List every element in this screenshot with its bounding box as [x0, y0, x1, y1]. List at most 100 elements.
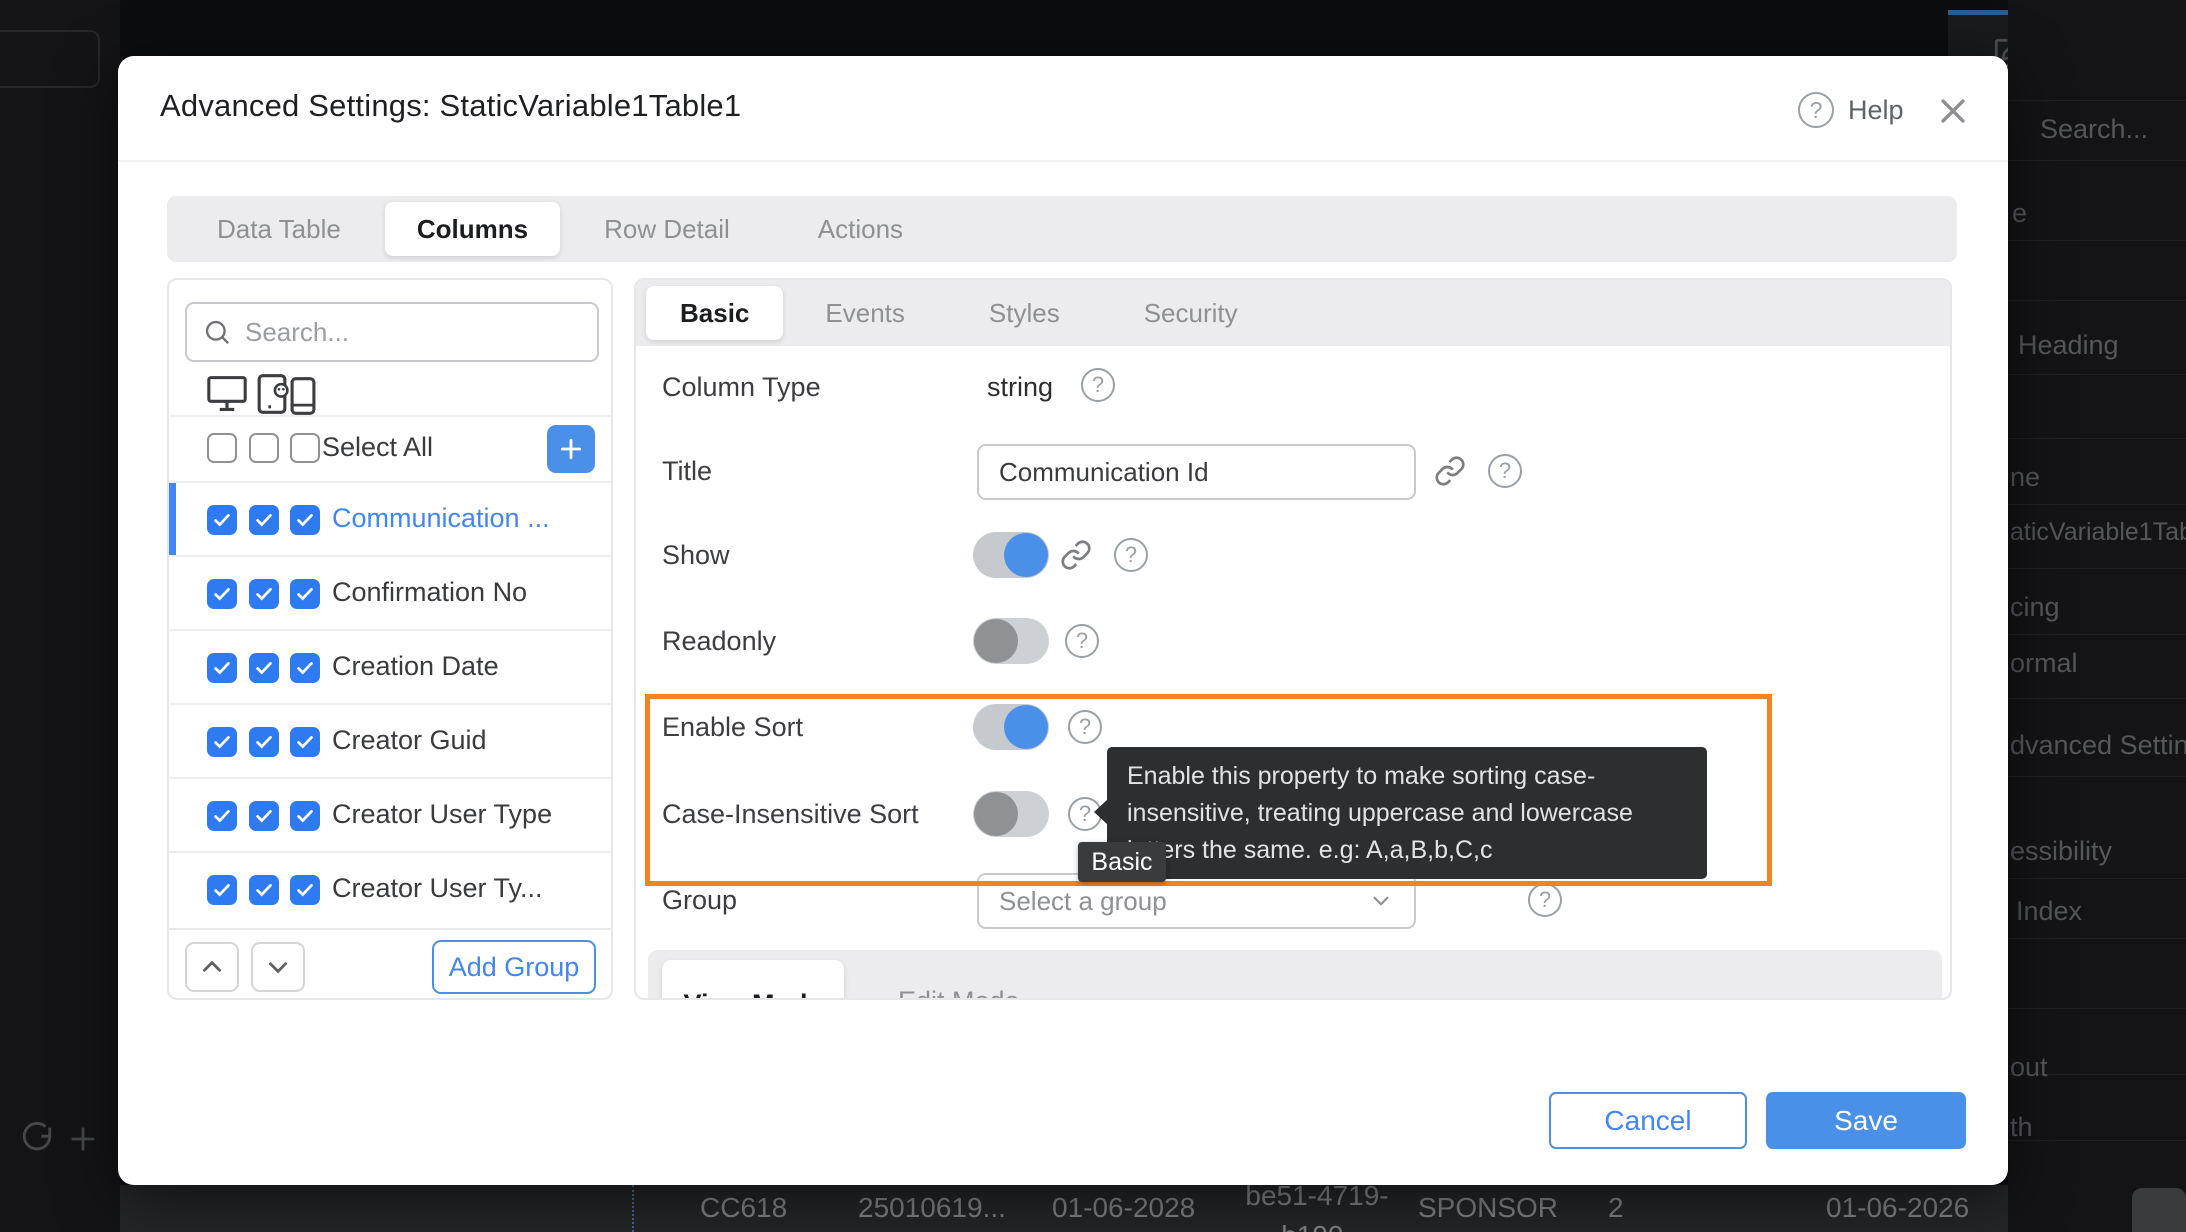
add-column-button[interactable]: [547, 425, 595, 473]
help-icon[interactable]: ?: [1488, 454, 1522, 488]
checkbox-tablet[interactable]: [249, 801, 279, 831]
background-top-bar: [120, 0, 2008, 56]
tab-styles[interactable]: Styles: [947, 286, 1102, 340]
advanced-settings-dialog: Advanced Settings: StaticVariable1Table1…: [118, 56, 2008, 1185]
table-cell: SPONSOR: [1418, 1192, 1558, 1224]
field-label: Title: [662, 456, 712, 487]
show-toggle[interactable]: [973, 532, 1049, 578]
dialog-tab-bar: Data Table Columns Row Detail Actions: [167, 196, 1957, 262]
search-icon: [203, 318, 231, 346]
checkbox-tablet[interactable]: [249, 579, 279, 609]
column-search[interactable]: [185, 302, 599, 362]
tab-basic[interactable]: Basic: [646, 286, 783, 340]
checkbox-desktop[interactable]: [207, 875, 237, 905]
close-icon[interactable]: [1936, 94, 1970, 128]
device-filter-row: [205, 374, 585, 414]
checkbox-desktop[interactable]: [207, 801, 237, 831]
help-icon[interactable]: ?: [1114, 538, 1148, 572]
select-all-checkbox-mobile[interactable]: [290, 433, 320, 463]
column-item-confirmation-no[interactable]: Confirmation No: [169, 555, 613, 629]
selected-indicator: [169, 483, 176, 557]
cancel-button[interactable]: Cancel: [1549, 1092, 1747, 1149]
field-label: Enable Sort: [662, 712, 803, 743]
sidebar-fragment: out: [2010, 1052, 2048, 1083]
sidebar-fragment: Index: [2016, 896, 2082, 927]
help-icon: ?: [1798, 92, 1834, 128]
enable-sort-toggle[interactable]: [973, 704, 1049, 750]
checkbox-mobile[interactable]: [290, 801, 320, 831]
add-group-button[interactable]: Add Group: [432, 940, 596, 994]
table-cell: 25010619...: [858, 1192, 1006, 1224]
checkbox-mobile[interactable]: [290, 875, 320, 905]
tablet-icon[interactable]: [253, 372, 291, 416]
help-icon[interactable]: ?: [1065, 624, 1099, 658]
checkbox-tablet[interactable]: [249, 505, 279, 535]
column-item-creator-user-type[interactable]: Creator User Type: [169, 777, 613, 851]
mini-tooltip-basic: Basic: [1078, 842, 1166, 882]
plus-icon: [558, 436, 584, 462]
tab-events[interactable]: Events: [783, 286, 947, 340]
case-insensitive-sort-toggle[interactable]: [973, 791, 1049, 837]
checkbox-mobile[interactable]: [290, 579, 320, 609]
plus-icon: [66, 1122, 100, 1156]
help-button[interactable]: ? Help: [1798, 92, 1904, 128]
field-group: Group Select a group ?: [636, 871, 1952, 931]
tab-view-mode[interactable]: View Mode: [662, 960, 844, 1000]
checkbox-desktop[interactable]: [207, 727, 237, 757]
select-all-checkbox-desktop[interactable]: [207, 433, 237, 463]
column-item-creator-guid[interactable]: Creator Guid: [169, 703, 613, 777]
select-all-checkbox-tablet[interactable]: [249, 433, 279, 463]
title-input[interactable]: [977, 444, 1416, 500]
column-item-creation-date[interactable]: Creation Date: [169, 629, 613, 703]
search-input[interactable]: [245, 317, 565, 348]
checkbox-tablet[interactable]: [249, 653, 279, 683]
checkbox-mobile[interactable]: [290, 505, 320, 535]
checkbox-mobile[interactable]: [290, 653, 320, 683]
checkbox-desktop[interactable]: [207, 653, 237, 683]
sidebar-fragment: ormal: [2010, 648, 2078, 679]
sidebar-fragment: cing: [2010, 592, 2060, 623]
select-all-row[interactable]: Select All: [169, 417, 613, 481]
field-label: Case-Insensitive Sort: [662, 799, 919, 830]
tab-actions[interactable]: Actions: [774, 202, 947, 256]
desktop-icon[interactable]: [205, 374, 249, 414]
column-item-label: Creator User Ty...: [332, 873, 543, 904]
group-select[interactable]: Select a group: [977, 873, 1416, 929]
sidebar-fragment: e: [2012, 198, 2027, 229]
columns-list-panel: Select All Communication ... Confirmatio…: [167, 278, 613, 1000]
field-label: Column Type: [662, 372, 821, 403]
link-icon[interactable]: [1434, 455, 1466, 487]
move-up-button[interactable]: [185, 942, 239, 992]
help-icon[interactable]: ?: [1081, 368, 1115, 402]
tab-data-table[interactable]: Data Table: [173, 202, 385, 256]
column-item-label: Confirmation No: [332, 577, 527, 608]
readonly-toggle[interactable]: [973, 618, 1049, 664]
tab-security[interactable]: Security: [1102, 286, 1280, 340]
help-icon[interactable]: ?: [1068, 710, 1102, 744]
checkbox-desktop[interactable]: [207, 505, 237, 535]
column-settings-panel: Basic Events Styles Security Column Type…: [634, 278, 1952, 1000]
tooltip: Enable this property to make sorting cas…: [1107, 747, 1707, 879]
tab-row-detail[interactable]: Row Detail: [560, 202, 774, 256]
field-label: Readonly: [662, 626, 776, 657]
checkbox-tablet[interactable]: [249, 727, 279, 757]
column-item-communication-id[interactable]: Communication ...: [169, 481, 613, 555]
checkbox-desktop[interactable]: [207, 579, 237, 609]
sidebar-fragment: dvanced Settings: [2010, 730, 2186, 761]
sidebar-fragment: ne: [2010, 462, 2040, 493]
save-button[interactable]: Save: [1766, 1092, 1966, 1149]
field-column-type: Column Type string ?: [636, 358, 1952, 418]
checkbox-mobile[interactable]: [290, 727, 320, 757]
link-icon[interactable]: [1060, 539, 1092, 571]
help-icon[interactable]: ?: [1528, 883, 1562, 917]
tab-columns[interactable]: Columns: [385, 202, 560, 256]
move-down-button[interactable]: [251, 942, 305, 992]
tab-edit-mode[interactable]: Edit Mode: [898, 986, 1020, 1000]
screen: Search... e Heading ne aticVariable1Tabl…: [0, 0, 2186, 1232]
refresh-icon: [20, 1122, 54, 1156]
column-item-creator-user-ty[interactable]: Creator User Ty...: [169, 851, 613, 925]
toggle-knob: [1004, 533, 1048, 577]
checkbox-tablet[interactable]: [249, 875, 279, 905]
field-show: Show ?: [636, 526, 1952, 586]
mobile-icon[interactable]: [287, 376, 319, 416]
